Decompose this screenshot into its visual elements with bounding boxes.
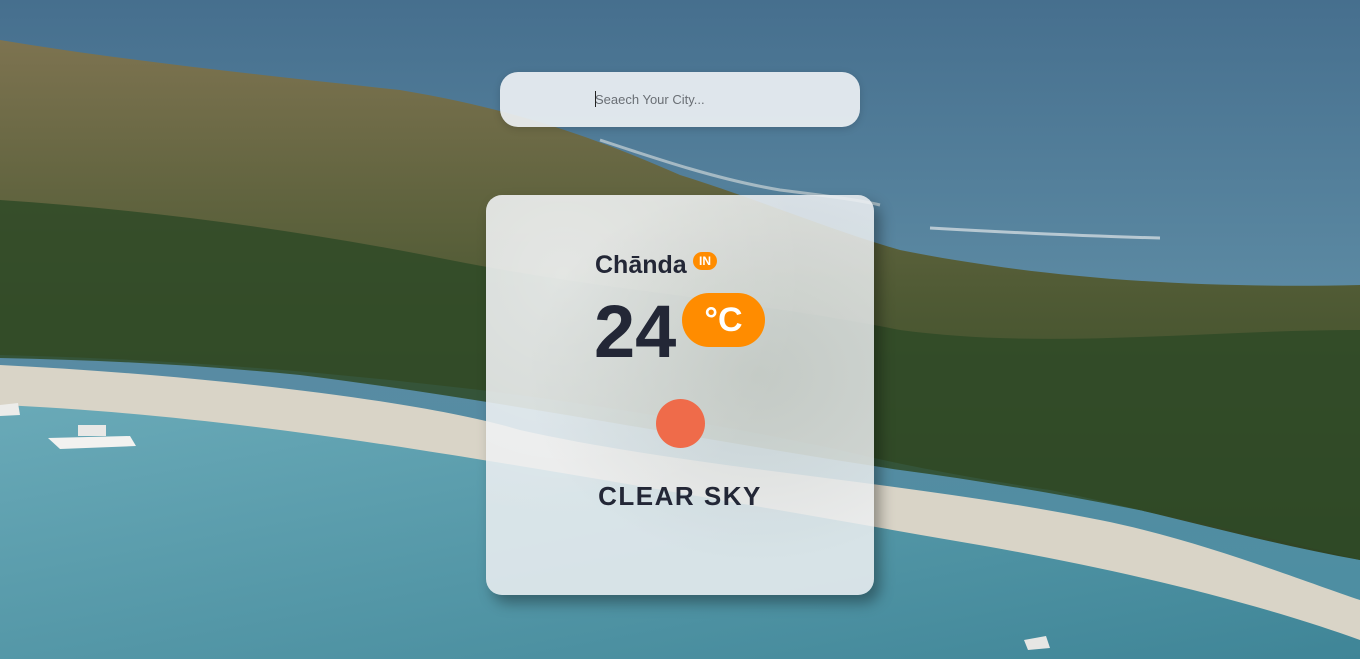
country-code-badge: IN xyxy=(693,252,717,270)
text-caret xyxy=(595,91,596,107)
city-search-input[interactable] xyxy=(595,89,835,109)
search-bar xyxy=(500,72,860,127)
temperature-unit-badge: °C xyxy=(682,293,765,347)
temperature-value: 24 xyxy=(594,290,677,373)
weather-card: Chānda IN 24 °C CLEAR SKY xyxy=(486,195,874,595)
clear-sky-sun-icon xyxy=(656,399,705,448)
weather-description: CLEAR SKY xyxy=(598,481,762,511)
city-name: Chānda xyxy=(595,251,687,279)
